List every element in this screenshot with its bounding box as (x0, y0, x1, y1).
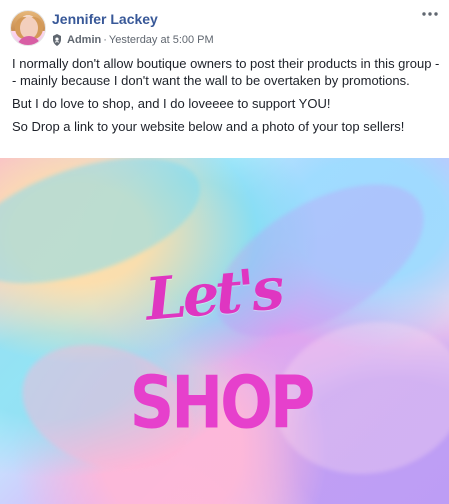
admin-badge: Admin (67, 34, 102, 46)
shop-promo-image[interactable]: Let's SHOP (0, 158, 449, 504)
post-meta: Admin · Yesterday at 5:00 PM (52, 33, 214, 47)
author-avatar[interactable] (10, 10, 46, 46)
post-paragraph-2: But I do love to shop, and I do loveeee … (12, 96, 331, 111)
post-timestamp[interactable]: Yesterday at 5:00 PM (109, 34, 214, 46)
post-header: Jennifer Lackey Admin · Yesterday at 5:0… (0, 0, 449, 56)
post-message: I normally don't allow boutique owners t… (12, 55, 440, 141)
post-paragraph-1: I normally don't allow boutique owners t… (12, 56, 440, 88)
author-name[interactable]: Jennifer Lackey (52, 11, 158, 27)
more-options-icon[interactable] (420, 7, 440, 21)
shield-icon (53, 34, 61, 46)
shop-heading: SHOP (129, 360, 316, 445)
post-paragraph-3: So Drop a link to your website below and… (12, 119, 405, 134)
facebook-post: Jennifer Lackey Admin · Yesterday at 5:0… (0, 0, 449, 504)
meta-separator: · (103, 34, 107, 46)
